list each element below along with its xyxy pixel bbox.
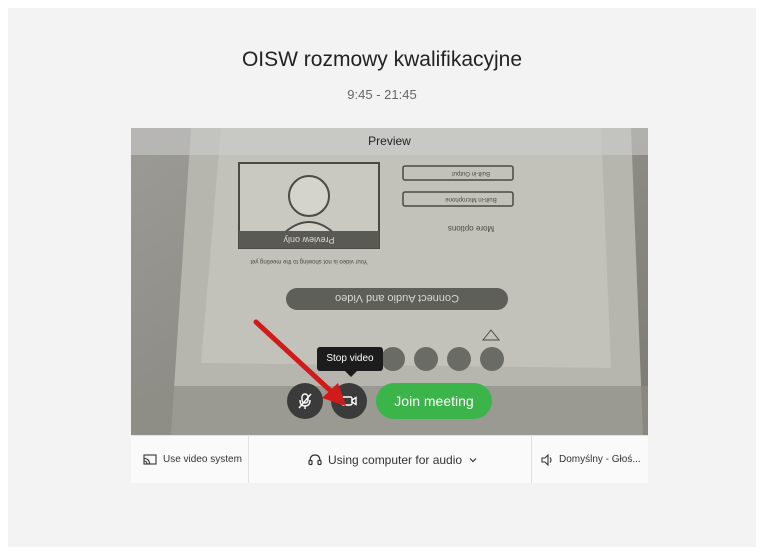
svg-text:Built-in Output: Built-in Output	[452, 170, 490, 176]
meeting-time: 9:45 - 21:45	[347, 87, 417, 102]
speaker-icon	[541, 453, 552, 466]
svg-text:Connect Audio and Video: Connect Audio and Video	[335, 292, 459, 304]
headset-icon	[308, 453, 322, 465]
svg-text:Preview only: Preview only	[283, 235, 335, 245]
cast-icon	[143, 453, 157, 465]
microphone-muted-icon	[298, 393, 312, 409]
video-toggle-button[interactable]	[331, 383, 367, 419]
chevron-down-icon	[469, 457, 477, 462]
speaker-label: Domyślny - Głoś...	[559, 454, 641, 465]
meeting-title: OISW rozmowy kwalifikacyjne	[241, 48, 523, 71]
svg-text:Your video is not showing to t: Your video is not showing to the meeting…	[250, 258, 368, 264]
join-meeting-button[interactable]: Join meeting	[376, 383, 492, 419]
audio-connection-button[interactable]: Using computer for audio	[308, 436, 478, 483]
bottom-bar: Use video system Using computer for audi…	[131, 435, 648, 483]
divider	[248, 436, 249, 483]
camera-icon	[341, 396, 357, 406]
use-video-system-label: Use video system	[163, 454, 242, 465]
preview-label: Preview	[131, 128, 648, 155]
mute-button[interactable]	[287, 383, 323, 419]
divider	[531, 436, 532, 483]
avatar-sketch	[288, 175, 330, 217]
svg-text:Built-in Microphone: Built-in Microphone	[445, 196, 497, 202]
speaker-select-button[interactable]: Domyślny - Głoś...	[541, 436, 641, 483]
svg-text:More options: More options	[448, 224, 494, 233]
audio-connection-label: Using computer for audio	[328, 452, 463, 467]
use-video-system-button[interactable]: Use video system	[143, 436, 242, 483]
stop-video-tooltip: Stop video	[317, 347, 383, 377]
